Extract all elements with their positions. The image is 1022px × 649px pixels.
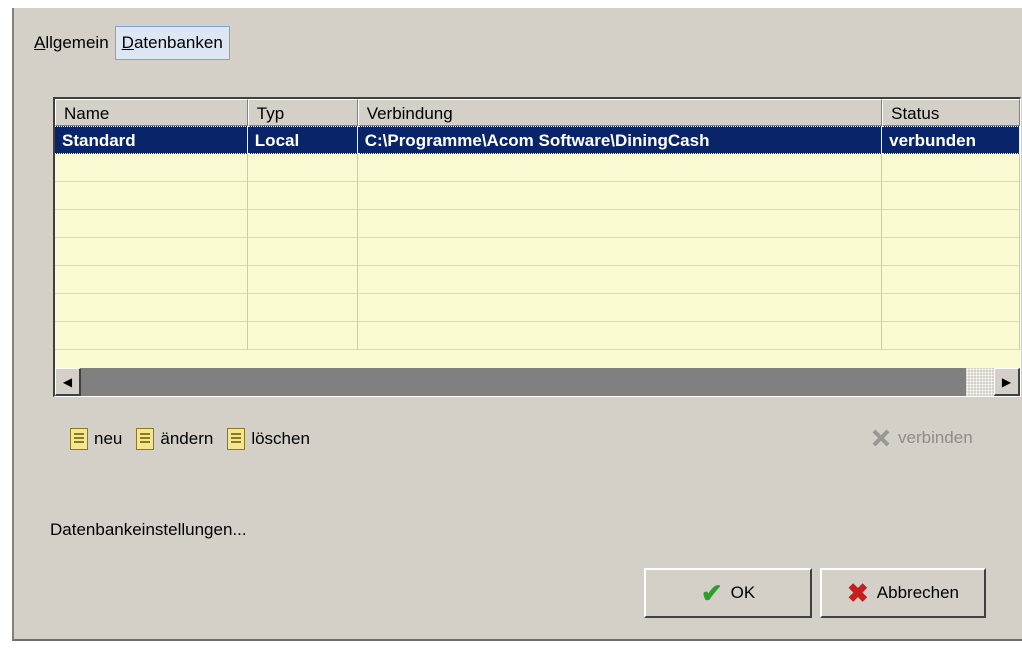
- empty-cell: [357, 294, 883, 322]
- database-table[interactable]: Name Typ Verbindung Status Standard Loca…: [53, 97, 1021, 397]
- tab-bar: Allgemein Datenbanken: [28, 26, 230, 60]
- empty-cell: [247, 210, 358, 238]
- table-row-empty[interactable]: [55, 238, 1020, 266]
- x-icon: ✖: [846, 578, 869, 608]
- table-header: Name Typ Verbindung Status: [55, 99, 1020, 126]
- scroll-right-button[interactable]: ▶: [994, 368, 1020, 396]
- check-icon: ✔: [700, 578, 723, 608]
- edit-doc-icon: [136, 428, 155, 450]
- empty-cell: [247, 238, 358, 266]
- empty-cell: [55, 238, 248, 266]
- horizontal-scrollbar[interactable]: ◀ ▶: [55, 368, 1020, 396]
- empty-cell: [55, 210, 248, 238]
- tab-allgemein[interactable]: Allgemein: [28, 27, 115, 59]
- empty-cell: [247, 182, 358, 210]
- tab-datenbanken-label-rest: atenbanken: [133, 33, 223, 52]
- cell-name: Standard: [55, 126, 248, 154]
- empty-cell: [357, 182, 883, 210]
- table-row-empty[interactable]: [55, 294, 1020, 322]
- table-row[interactable]: Standard Local C:\Programme\Acom Softwar…: [55, 126, 1020, 154]
- delete-doc-icon: [227, 428, 246, 450]
- empty-cell: [882, 294, 1020, 322]
- connect-button[interactable]: verbinden: [870, 428, 973, 448]
- delete-button[interactable]: löschen: [227, 428, 310, 450]
- edit-button-label: ändern: [160, 429, 214, 448]
- scroll-track[interactable]: [81, 368, 994, 396]
- empty-cell: [357, 238, 883, 266]
- table-row-empty[interactable]: [55, 182, 1020, 210]
- empty-cell: [882, 182, 1020, 210]
- table-row-empty[interactable]: [55, 322, 1020, 350]
- cell-status: verbunden: [882, 126, 1020, 154]
- empty-cell: [357, 266, 883, 294]
- column-header-name[interactable]: Name: [55, 99, 248, 126]
- tab-allgemein-label-rest: llgemein: [45, 33, 109, 52]
- new-button[interactable]: neu: [70, 428, 122, 450]
- empty-cell: [247, 322, 358, 350]
- empty-cell: [882, 322, 1020, 350]
- column-header-status[interactable]: Status: [882, 99, 1020, 126]
- tab-datenbanken[interactable]: Datenbanken: [114, 26, 230, 60]
- cancel-button-label: Abbrechen: [876, 583, 960, 602]
- edit-button[interactable]: ändern: [136, 428, 213, 450]
- scroll-left-button[interactable]: ◀: [55, 368, 81, 396]
- new-doc-icon: [70, 428, 88, 450]
- empty-cell: [55, 182, 248, 210]
- connect-button-label: verbinden: [898, 428, 973, 447]
- empty-cell: [55, 294, 248, 322]
- table-actions: neu ändern löschen: [70, 428, 310, 450]
- empty-cell: [357, 210, 883, 238]
- column-header-verbindung[interactable]: Verbindung: [357, 99, 883, 126]
- ok-button-label: OK: [730, 583, 756, 602]
- tab-datenbanken-mnemonic: D: [121, 33, 134, 52]
- empty-cell: [882, 154, 1020, 182]
- ok-button[interactable]: ✔ OK: [644, 568, 812, 618]
- empty-cell: [55, 322, 248, 350]
- new-button-label: neu: [94, 429, 123, 448]
- database-settings-link[interactable]: Datenbankeinstellungen...: [50, 520, 247, 540]
- empty-cell: [55, 266, 248, 294]
- cancel-button[interactable]: ✖ Abbrechen: [820, 568, 986, 618]
- empty-cell: [247, 266, 358, 294]
- empty-cell: [882, 238, 1020, 266]
- column-header-typ[interactable]: Typ: [247, 99, 358, 126]
- arrow-right-icon: ▶: [1001, 374, 1012, 389]
- empty-cell: [247, 294, 358, 322]
- empty-cell: [247, 154, 358, 182]
- empty-cell: [882, 266, 1020, 294]
- cell-verbindung: C:\Programme\Acom Software\DiningCash: [357, 126, 883, 154]
- arrow-left-icon: ◀: [62, 374, 73, 389]
- table-row-empty[interactable]: [55, 154, 1020, 182]
- table-row-empty[interactable]: [55, 266, 1020, 294]
- connect-icon: [870, 428, 892, 448]
- scroll-thumb[interactable]: [966, 368, 994, 396]
- empty-cell: [882, 210, 1020, 238]
- empty-cell: [357, 154, 883, 182]
- database-settings-dialog: Allgemein Datenbanken Name Typ Verbindun…: [12, 8, 1022, 641]
- table-row-empty[interactable]: [55, 210, 1020, 238]
- cell-typ: Local: [247, 126, 358, 154]
- empty-cell: [357, 322, 883, 350]
- empty-cell: [55, 154, 248, 182]
- empty-rows: [55, 154, 1020, 350]
- tab-allgemein-mnemonic: A: [34, 33, 46, 52]
- delete-button-label: löschen: [251, 429, 310, 448]
